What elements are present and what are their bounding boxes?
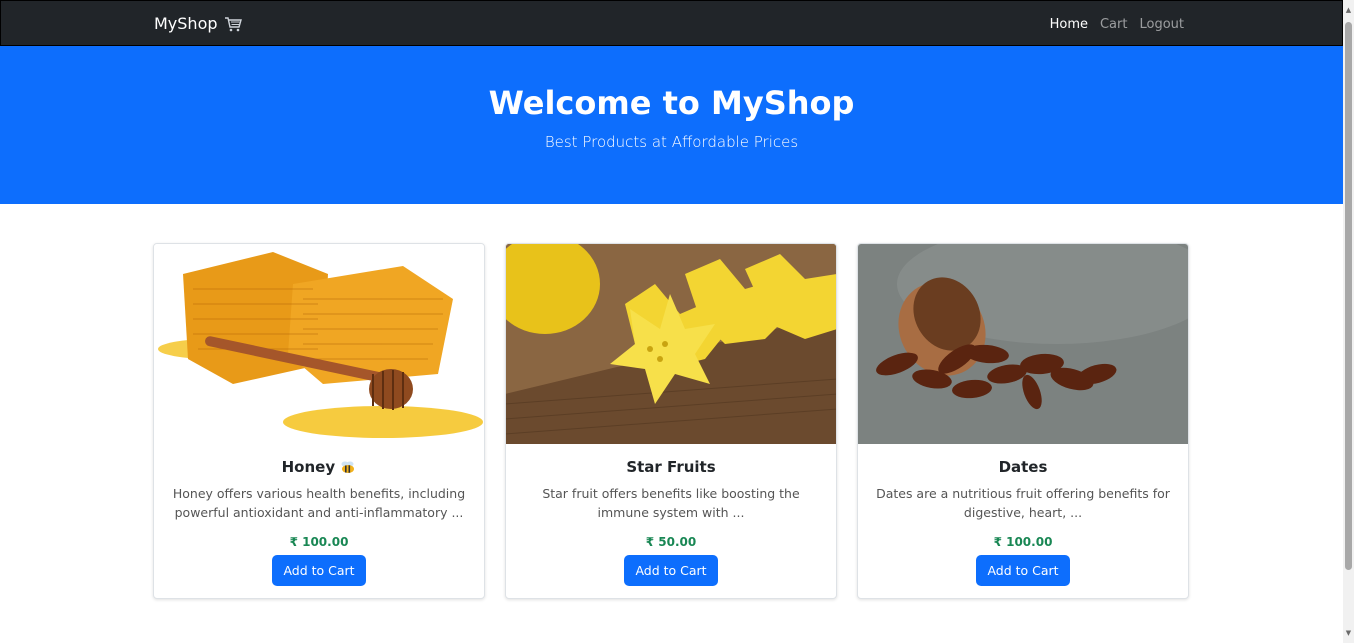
product-title: Honey bbox=[282, 458, 357, 478]
product-name: Dates bbox=[998, 458, 1048, 476]
brand-name: MyShop bbox=[154, 14, 218, 33]
scroll-down-arrow-icon[interactable]: ▼ bbox=[1345, 629, 1352, 637]
product-card-honey: Honey Honey offers various health benefi… bbox=[153, 243, 485, 599]
bee-icon bbox=[340, 458, 356, 476]
page-scrollbar[interactable]: ▲ ▼ bbox=[1343, 0, 1354, 643]
product-description: Honey offers various health benefits, in… bbox=[172, 486, 466, 520]
star-fruit-image bbox=[506, 244, 836, 444]
shopping-cart-icon bbox=[224, 16, 242, 32]
product-price: ₹ 100.00 bbox=[993, 535, 1053, 549]
product-title: Dates bbox=[999, 458, 1048, 478]
add-to-cart-button[interactable]: Add to Cart bbox=[272, 555, 366, 586]
hero-subtitle: Best Products at Affordable Prices bbox=[544, 133, 799, 151]
scroll-up-arrow-icon[interactable]: ▲ bbox=[1345, 6, 1352, 14]
product-card-dates: Dates Dates are a nutritious fruit offer… bbox=[857, 243, 1189, 599]
product-name: Star Fruits bbox=[626, 458, 716, 476]
brand-link[interactable]: MyShop bbox=[154, 14, 242, 33]
product-description: Dates are a nutritious fruit offering be… bbox=[876, 486, 1170, 520]
honeycomb-image bbox=[154, 244, 484, 444]
nav-home-link[interactable]: Home bbox=[1050, 17, 1088, 32]
nav-logout-link[interactable]: Logout bbox=[1139, 17, 1184, 32]
product-name: Honey bbox=[281, 458, 336, 476]
card-body: Dates Dates are a nutritious fruit offer… bbox=[858, 444, 1188, 586]
card-body: Star Fruits Star fruit offers benefits l… bbox=[506, 444, 836, 586]
nav-links: Home Cart Logout bbox=[1050, 17, 1184, 32]
add-to-cart-button[interactable]: Add to Cart bbox=[624, 555, 718, 586]
navbar: MyShop Home Cart Logout bbox=[0, 0, 1343, 46]
product-card-star-fruits: Star Fruits Star fruit offers benefits l… bbox=[505, 243, 837, 599]
product-grid: Honey Honey offers various health benefi… bbox=[153, 243, 1189, 599]
product-price: ₹ 50.00 bbox=[645, 535, 697, 549]
product-title: Star Fruits bbox=[626, 458, 715, 478]
hero-title: Welcome to MyShop bbox=[488, 84, 855, 122]
product-price: ₹ 100.00 bbox=[289, 535, 349, 549]
dates-image bbox=[858, 244, 1188, 444]
card-body: Honey Honey offers various health benefi… bbox=[154, 444, 484, 586]
add-to-cart-button[interactable]: Add to Cart bbox=[976, 555, 1070, 586]
hero-banner: Welcome to MyShop Best Products at Affor… bbox=[0, 46, 1343, 204]
nav-cart-link[interactable]: Cart bbox=[1100, 17, 1128, 32]
product-description: Star fruit offers benefits like boosting… bbox=[542, 486, 800, 520]
scroll-thumb[interactable] bbox=[1345, 22, 1352, 570]
